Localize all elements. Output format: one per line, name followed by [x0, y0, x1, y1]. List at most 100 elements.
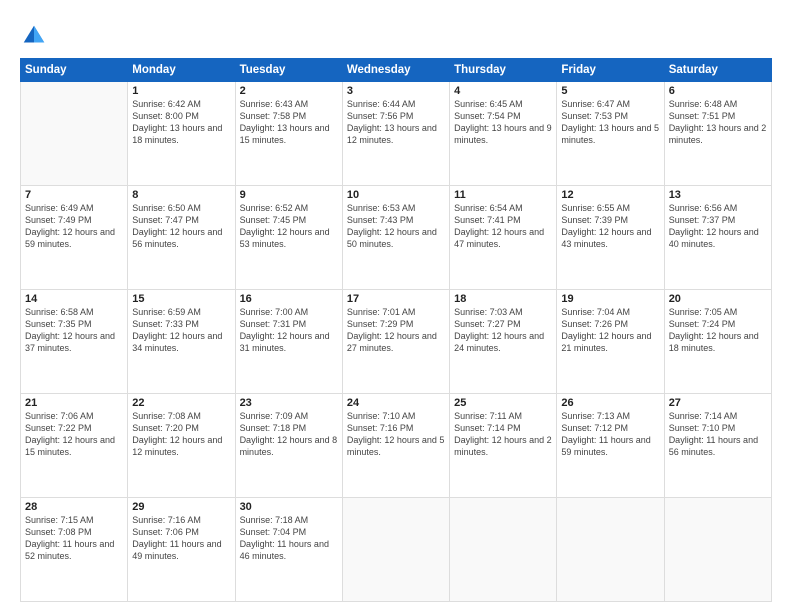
day-number: 17: [347, 293, 445, 305]
day-number: 27: [669, 397, 767, 409]
calendar-header-row: SundayMondayTuesdayWednesdayThursdayFrid…: [21, 59, 772, 82]
calendar-cell: 10Sunrise: 6:53 AM Sunset: 7:43 PM Dayli…: [342, 186, 449, 290]
calendar-cell: 2Sunrise: 6:43 AM Sunset: 7:58 PM Daylig…: [235, 82, 342, 186]
calendar-cell: 4Sunrise: 6:45 AM Sunset: 7:54 PM Daylig…: [450, 82, 557, 186]
calendar-cell: 21Sunrise: 7:06 AM Sunset: 7:22 PM Dayli…: [21, 394, 128, 498]
weekday-header: Tuesday: [235, 59, 342, 82]
day-number: 24: [347, 397, 445, 409]
calendar-cell: 19Sunrise: 7:04 AM Sunset: 7:26 PM Dayli…: [557, 290, 664, 394]
day-number: 12: [561, 189, 659, 201]
day-info: Sunrise: 7:11 AM Sunset: 7:14 PM Dayligh…: [454, 410, 552, 459]
day-info: Sunrise: 7:15 AM Sunset: 7:08 PM Dayligh…: [25, 514, 123, 563]
calendar-cell: 24Sunrise: 7:10 AM Sunset: 7:16 PM Dayli…: [342, 394, 449, 498]
day-info: Sunrise: 7:18 AM Sunset: 7:04 PM Dayligh…: [240, 514, 338, 563]
day-info: Sunrise: 6:48 AM Sunset: 7:51 PM Dayligh…: [669, 98, 767, 147]
day-info: Sunrise: 6:43 AM Sunset: 7:58 PM Dayligh…: [240, 98, 338, 147]
calendar-cell: 1Sunrise: 6:42 AM Sunset: 8:00 PM Daylig…: [128, 82, 235, 186]
day-info: Sunrise: 6:44 AM Sunset: 7:56 PM Dayligh…: [347, 98, 445, 147]
day-number: 18: [454, 293, 552, 305]
calendar-cell: 25Sunrise: 7:11 AM Sunset: 7:14 PM Dayli…: [450, 394, 557, 498]
day-number: 3: [347, 85, 445, 97]
day-number: 30: [240, 501, 338, 513]
day-info: Sunrise: 7:10 AM Sunset: 7:16 PM Dayligh…: [347, 410, 445, 459]
day-info: Sunrise: 6:55 AM Sunset: 7:39 PM Dayligh…: [561, 202, 659, 251]
day-info: Sunrise: 7:09 AM Sunset: 7:18 PM Dayligh…: [240, 410, 338, 459]
calendar-cell: [450, 498, 557, 602]
day-info: Sunrise: 7:13 AM Sunset: 7:12 PM Dayligh…: [561, 410, 659, 459]
calendar-cell: 13Sunrise: 6:56 AM Sunset: 7:37 PM Dayli…: [664, 186, 771, 290]
calendar-cell: 9Sunrise: 6:52 AM Sunset: 7:45 PM Daylig…: [235, 186, 342, 290]
calendar-cell: 29Sunrise: 7:16 AM Sunset: 7:06 PM Dayli…: [128, 498, 235, 602]
day-number: 25: [454, 397, 552, 409]
day-info: Sunrise: 7:05 AM Sunset: 7:24 PM Dayligh…: [669, 306, 767, 355]
calendar-cell: 14Sunrise: 6:58 AM Sunset: 7:35 PM Dayli…: [21, 290, 128, 394]
calendar-cell: 27Sunrise: 7:14 AM Sunset: 7:10 PM Dayli…: [664, 394, 771, 498]
calendar-cell: 12Sunrise: 6:55 AM Sunset: 7:39 PM Dayli…: [557, 186, 664, 290]
calendar-table: SundayMondayTuesdayWednesdayThursdayFrid…: [20, 58, 772, 602]
day-number: 2: [240, 85, 338, 97]
logo-icon: [20, 22, 48, 50]
logo: [20, 22, 52, 50]
day-info: Sunrise: 6:49 AM Sunset: 7:49 PM Dayligh…: [25, 202, 123, 251]
weekday-header: Friday: [557, 59, 664, 82]
day-info: Sunrise: 6:47 AM Sunset: 7:53 PM Dayligh…: [561, 98, 659, 147]
calendar-cell: 3Sunrise: 6:44 AM Sunset: 7:56 PM Daylig…: [342, 82, 449, 186]
day-number: 28: [25, 501, 123, 513]
day-number: 26: [561, 397, 659, 409]
day-info: Sunrise: 7:14 AM Sunset: 7:10 PM Dayligh…: [669, 410, 767, 459]
day-number: 14: [25, 293, 123, 305]
calendar-cell: 16Sunrise: 7:00 AM Sunset: 7:31 PM Dayli…: [235, 290, 342, 394]
day-info: Sunrise: 6:42 AM Sunset: 8:00 PM Dayligh…: [132, 98, 230, 147]
calendar-cell: 30Sunrise: 7:18 AM Sunset: 7:04 PM Dayli…: [235, 498, 342, 602]
weekday-header: Thursday: [450, 59, 557, 82]
day-info: Sunrise: 6:50 AM Sunset: 7:47 PM Dayligh…: [132, 202, 230, 251]
day-info: Sunrise: 6:54 AM Sunset: 7:41 PM Dayligh…: [454, 202, 552, 251]
week-row: 14Sunrise: 6:58 AM Sunset: 7:35 PM Dayli…: [21, 290, 772, 394]
weekday-header: Monday: [128, 59, 235, 82]
day-info: Sunrise: 7:03 AM Sunset: 7:27 PM Dayligh…: [454, 306, 552, 355]
day-info: Sunrise: 6:52 AM Sunset: 7:45 PM Dayligh…: [240, 202, 338, 251]
day-number: 7: [25, 189, 123, 201]
week-row: 28Sunrise: 7:15 AM Sunset: 7:08 PM Dayli…: [21, 498, 772, 602]
day-number: 15: [132, 293, 230, 305]
day-number: 13: [669, 189, 767, 201]
day-number: 11: [454, 189, 552, 201]
day-number: 5: [561, 85, 659, 97]
day-number: 8: [132, 189, 230, 201]
weekday-header: Saturday: [664, 59, 771, 82]
calendar-cell: 8Sunrise: 6:50 AM Sunset: 7:47 PM Daylig…: [128, 186, 235, 290]
calendar-cell: [342, 498, 449, 602]
weekday-header: Wednesday: [342, 59, 449, 82]
day-info: Sunrise: 7:06 AM Sunset: 7:22 PM Dayligh…: [25, 410, 123, 459]
calendar-cell: 17Sunrise: 7:01 AM Sunset: 7:29 PM Dayli…: [342, 290, 449, 394]
week-row: 21Sunrise: 7:06 AM Sunset: 7:22 PM Dayli…: [21, 394, 772, 498]
header: [20, 18, 772, 50]
day-number: 10: [347, 189, 445, 201]
calendar-cell: 28Sunrise: 7:15 AM Sunset: 7:08 PM Dayli…: [21, 498, 128, 602]
day-info: Sunrise: 7:00 AM Sunset: 7:31 PM Dayligh…: [240, 306, 338, 355]
day-info: Sunrise: 7:08 AM Sunset: 7:20 PM Dayligh…: [132, 410, 230, 459]
day-number: 4: [454, 85, 552, 97]
calendar-cell: 11Sunrise: 6:54 AM Sunset: 7:41 PM Dayli…: [450, 186, 557, 290]
day-info: Sunrise: 6:53 AM Sunset: 7:43 PM Dayligh…: [347, 202, 445, 251]
day-number: 21: [25, 397, 123, 409]
calendar-cell: [557, 498, 664, 602]
day-info: Sunrise: 6:58 AM Sunset: 7:35 PM Dayligh…: [25, 306, 123, 355]
day-info: Sunrise: 6:59 AM Sunset: 7:33 PM Dayligh…: [132, 306, 230, 355]
calendar-cell: [21, 82, 128, 186]
day-number: 6: [669, 85, 767, 97]
calendar-cell: 7Sunrise: 6:49 AM Sunset: 7:49 PM Daylig…: [21, 186, 128, 290]
day-info: Sunrise: 6:56 AM Sunset: 7:37 PM Dayligh…: [669, 202, 767, 251]
day-info: Sunrise: 7:04 AM Sunset: 7:26 PM Dayligh…: [561, 306, 659, 355]
page: SundayMondayTuesdayWednesdayThursdayFrid…: [0, 0, 792, 612]
week-row: 1Sunrise: 6:42 AM Sunset: 8:00 PM Daylig…: [21, 82, 772, 186]
calendar-cell: 5Sunrise: 6:47 AM Sunset: 7:53 PM Daylig…: [557, 82, 664, 186]
day-number: 29: [132, 501, 230, 513]
day-info: Sunrise: 7:01 AM Sunset: 7:29 PM Dayligh…: [347, 306, 445, 355]
day-number: 1: [132, 85, 230, 97]
calendar-cell: 20Sunrise: 7:05 AM Sunset: 7:24 PM Dayli…: [664, 290, 771, 394]
calendar-cell: 22Sunrise: 7:08 AM Sunset: 7:20 PM Dayli…: [128, 394, 235, 498]
day-number: 9: [240, 189, 338, 201]
calendar-cell: 6Sunrise: 6:48 AM Sunset: 7:51 PM Daylig…: [664, 82, 771, 186]
day-number: 19: [561, 293, 659, 305]
